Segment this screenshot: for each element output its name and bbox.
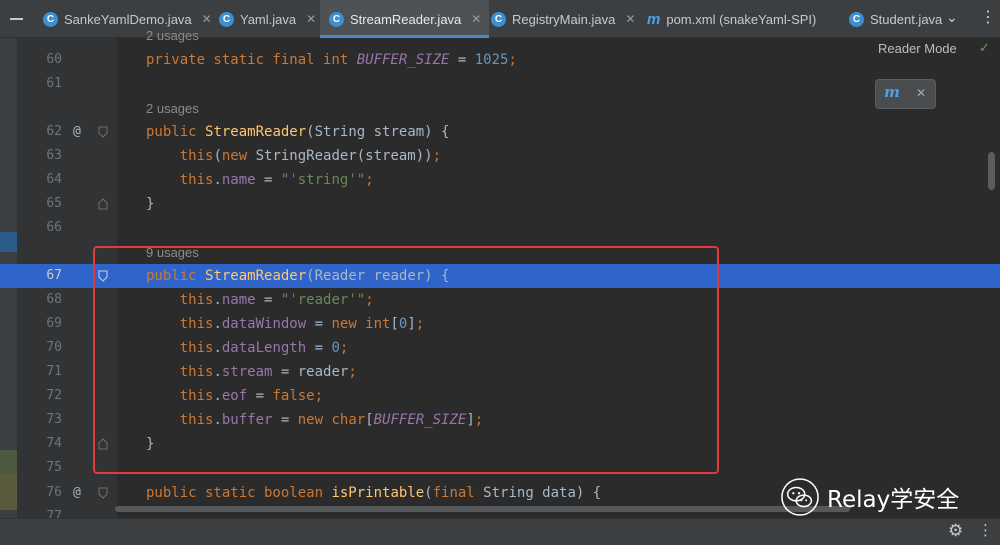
code-line: 63 this(new StringReader(stream));: [0, 144, 1000, 168]
line-number: 65: [46, 196, 62, 211]
tab-yaml[interactable]: C Yaml.java ✕: [210, 0, 329, 38]
vertical-scrollbar[interactable]: [988, 152, 995, 190]
code-line: 65 }: [0, 192, 1000, 216]
maven-reload-popup[interactable]: m ✕: [875, 79, 936, 109]
status-bar: [0, 518, 1000, 545]
wechat-watermark: Relay学安全: [781, 478, 959, 516]
tab-label: SankeYamlDemo.java: [64, 11, 192, 27]
code-line: 61: [0, 72, 1000, 96]
java-class-icon: C: [219, 11, 234, 27]
code-line: 62 @ public StreamReader(String stream) …: [0, 120, 1000, 144]
java-class-icon: C: [329, 11, 344, 27]
fold-icon[interactable]: [98, 198, 108, 210]
tab-label: RegistryMain.java: [512, 11, 616, 27]
code-text: this.name = "'string'";: [179, 172, 374, 188]
line-number: 73: [46, 412, 62, 427]
horizontal-scrollbar[interactable]: [115, 506, 850, 512]
close-icon[interactable]: ✕: [625, 12, 635, 26]
line-number: 72: [46, 388, 62, 403]
code-text: public StreamReader(String stream) {: [146, 124, 450, 140]
close-icon[interactable]: ✕: [306, 12, 316, 26]
more-vertical-icon[interactable]: ⋮: [978, 522, 993, 538]
line-number: 62: [46, 124, 62, 139]
highlight-annotation-box: [93, 246, 719, 474]
line-number: 70: [46, 340, 62, 355]
code-text: private static final int BUFFER_SIZE = 1…: [146, 52, 517, 68]
tab-label: Student.java: [870, 11, 943, 27]
line-number: 67: [46, 268, 62, 283]
line-number: 71: [46, 364, 62, 379]
maven-icon: m: [647, 10, 661, 28]
gear-icon[interactable]: ⚙: [948, 521, 963, 541]
java-class-icon: C: [43, 11, 58, 27]
java-class-icon: C: [491, 11, 506, 27]
line-number: 74: [46, 436, 62, 451]
line-number: 68: [46, 292, 62, 307]
line-number: 61: [46, 76, 62, 91]
tab-label: Yaml.java: [240, 11, 297, 27]
more-vertical-icon[interactable]: ⋮: [980, 9, 996, 25]
usage-hint[interactable]: 2 usages: [146, 28, 199, 43]
override-annotation-icon[interactable]: @: [73, 481, 81, 505]
line-number: 63: [46, 148, 62, 163]
watermark-text: Relay学安全: [827, 487, 960, 513]
tab-student[interactable]: C Student.java: [840, 0, 951, 38]
fold-icon[interactable]: [98, 126, 108, 138]
line-number: 66: [46, 220, 62, 235]
maven-reload-icon[interactable]: m: [884, 83, 900, 101]
close-icon[interactable]: ✕: [916, 86, 926, 100]
code-line: 66: [0, 216, 1000, 240]
usage-hint[interactable]: 2 usages: [146, 101, 199, 116]
line-number: 75: [46, 460, 62, 475]
minimize-icon[interactable]: [0, 0, 34, 38]
java-class-icon: C: [849, 11, 864, 27]
fold-icon[interactable]: [98, 487, 108, 499]
check-icon: ✓: [979, 41, 990, 56]
line-number: 69: [46, 316, 62, 331]
line-number: 64: [46, 172, 62, 187]
override-annotation-icon[interactable]: @: [73, 120, 81, 144]
chevron-down-icon[interactable]: ⌄: [946, 10, 958, 26]
line-number: 76: [46, 485, 62, 500]
tab-pom-xml[interactable]: m pom.xml (snakeYaml-SPI): [640, 0, 845, 38]
reader-mode-button[interactable]: Reader Mode: [878, 41, 957, 56]
tab-label: StreamReader.java: [350, 11, 462, 27]
code-text: this(new StringReader(stream));: [179, 148, 442, 164]
tab-registrymain[interactable]: C RegistryMain.java ✕: [482, 0, 647, 38]
code-text: public static boolean isPrintable(final …: [146, 485, 602, 501]
code-line: 64 this.name = "'string'";: [0, 168, 1000, 192]
line-number: 77: [46, 509, 62, 518]
wechat-logo-icon: [781, 478, 819, 516]
tab-label: pom.xml (snakeYaml-SPI): [666, 11, 817, 27]
tab-streamreader[interactable]: C StreamReader.java ✕: [320, 0, 489, 38]
line-number: 60: [46, 52, 62, 67]
code-line: 60 private static final int BUFFER_SIZE …: [0, 48, 1000, 72]
code-text: }: [146, 196, 155, 212]
close-icon[interactable]: ✕: [471, 12, 481, 26]
